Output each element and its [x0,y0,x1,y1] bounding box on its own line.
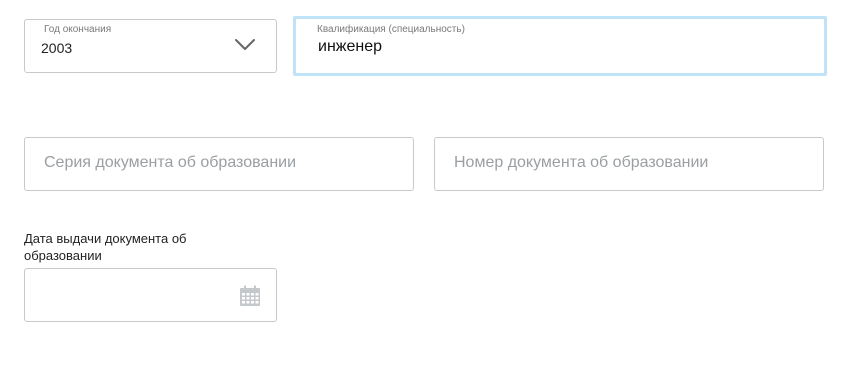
issue-date-input[interactable] [24,268,277,322]
graduation-year-value: 2003 [41,40,73,56]
calendar-icon[interactable] [239,285,261,307]
qualification-value: инженер [318,38,383,55]
document-number-input[interactable]: Номер документа об образовании [434,137,824,191]
document-series-placeholder: Серия документа об образовании [44,154,297,171]
qualification-input[interactable]: Квалификация (специальность) инженер [293,16,827,76]
qualification-label: Квалификация (специальность) [317,24,465,35]
issue-date-label: Дата выдачи документа об образовании [24,231,187,263]
document-number-placeholder: Номер документа об образовании [454,154,709,171]
education-form: Год окончания 2003 Квалификация (специал… [0,0,853,373]
chevron-down-icon[interactable] [234,38,256,52]
document-series-input[interactable]: Серия документа об образовании [24,137,414,191]
graduation-year-select[interactable]: Год окончания 2003 [24,19,277,73]
graduation-year-label: Год окончания [44,24,112,35]
